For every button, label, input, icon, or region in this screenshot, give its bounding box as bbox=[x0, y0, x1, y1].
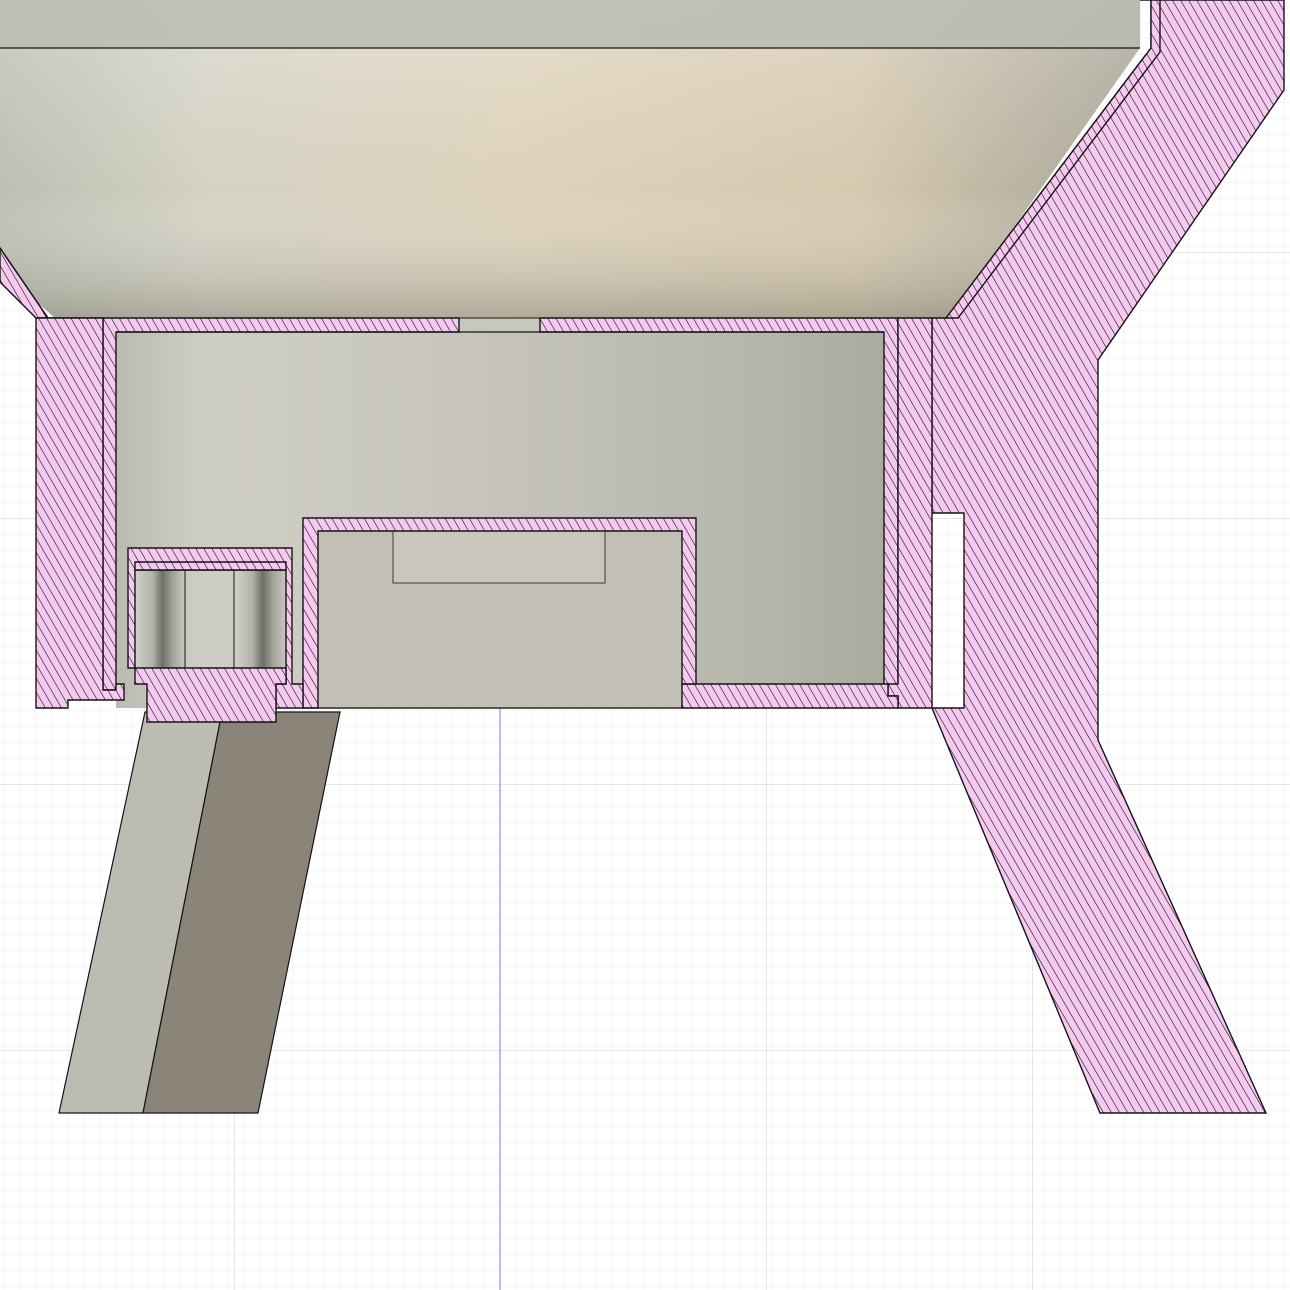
bowl-rim-band bbox=[0, 0, 1140, 48]
bottom-plug-section bbox=[134, 667, 287, 723]
bottom-plate-right-section bbox=[681, 683, 899, 709]
top-plate-center-hole bbox=[458, 317, 541, 333]
section-view-drawing bbox=[0, 0, 1290, 1290]
compartment-shelf-section bbox=[134, 561, 287, 571]
central-block-pocket bbox=[392, 530, 606, 584]
cad-viewport[interactable] bbox=[0, 0, 1290, 1290]
